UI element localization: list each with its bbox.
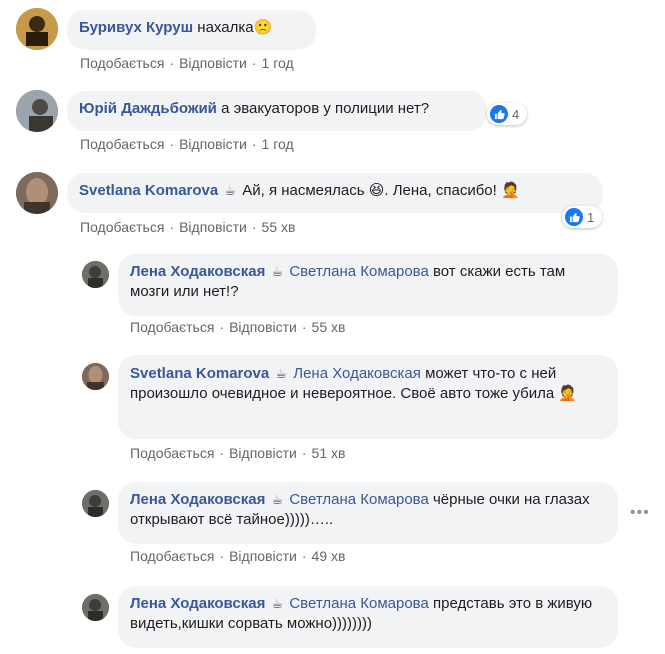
reply-actions: Подобається · Відповісти · 49 хв bbox=[130, 548, 346, 564]
avatar[interactable] bbox=[82, 594, 109, 621]
reply-author[interactable]: Лена Ходаковская bbox=[130, 595, 265, 612]
mention-link[interactable]: Светлана Комарова bbox=[289, 491, 428, 508]
more-options-icon[interactable]: ••• bbox=[630, 504, 650, 522]
reply-link[interactable]: Відповісти bbox=[229, 319, 297, 335]
facepalm-emoji-icon: 🤦 bbox=[558, 385, 578, 402]
reply-link[interactable]: Відповісти bbox=[179, 219, 247, 235]
comment-bubble: Svetlana Komarova ☕ Ай, я насмеялась 😆. … bbox=[67, 173, 603, 213]
coffee-cup-icon: ☕ bbox=[224, 183, 237, 198]
reply-bubble: Лена Ходаковская ☕ Светлана Комарова пре… bbox=[118, 586, 618, 648]
reply-link[interactable]: Відповісти bbox=[229, 548, 297, 564]
like-link[interactable]: Подобається bbox=[80, 55, 164, 71]
reaction-count: 4 bbox=[512, 106, 520, 122]
comment-actions: Подобається · Відповісти · 1 год bbox=[80, 55, 294, 71]
like-link[interactable]: Подобається bbox=[80, 136, 164, 152]
coffee-cup-icon: ☕ bbox=[271, 596, 284, 611]
comment-bubble: Юрій Даждьбожий а эвакуаторов у полиции … bbox=[67, 91, 487, 131]
reaction-count-badge[interactable]: 1 bbox=[562, 206, 602, 228]
comment-author[interactable]: Юрій Даждьбожий bbox=[79, 100, 217, 117]
timestamp[interactable]: 51 хв bbox=[312, 445, 346, 461]
avatar[interactable] bbox=[16, 172, 58, 214]
reply-actions: Подобається · Відповісти · 55 хв bbox=[130, 319, 346, 335]
like-link[interactable]: Подобається bbox=[80, 219, 164, 235]
mention-link[interactable]: Лена Ходаковская bbox=[293, 365, 421, 382]
thumbs-up-icon bbox=[565, 208, 583, 226]
comment-author[interactable]: Svetlana Komarova bbox=[79, 182, 218, 199]
like-link[interactable]: Подобається bbox=[130, 548, 214, 564]
timestamp[interactable]: 55 хв bbox=[312, 319, 346, 335]
avatar[interactable] bbox=[16, 90, 58, 132]
timestamp[interactable]: 49 хв bbox=[312, 548, 346, 564]
timestamp[interactable]: 1 год bbox=[262, 55, 294, 71]
comment-actions: Подобається · Відповісти · 1 год bbox=[80, 136, 294, 152]
comment-author[interactable]: Буривух Куруш bbox=[79, 19, 193, 36]
coffee-cup-icon: ☕ bbox=[271, 264, 284, 279]
reply-bubble: Лена Ходаковская ☕ Светлана Комарова чёр… bbox=[118, 482, 618, 544]
avatar[interactable] bbox=[16, 8, 58, 50]
like-link[interactable]: Подобається bbox=[130, 445, 214, 461]
reply-link[interactable]: Відповісти bbox=[229, 445, 297, 461]
reply-actions: Подобається · Відповісти · 51 хв bbox=[130, 445, 346, 461]
reply-author[interactable]: Svetlana Komarova bbox=[130, 365, 269, 382]
reply-link[interactable]: Відповісти bbox=[179, 55, 247, 71]
comment-text: нахалка bbox=[197, 19, 254, 36]
comment-actions: Подобається · Відповісти · 55 хв bbox=[80, 219, 296, 235]
avatar[interactable] bbox=[82, 490, 109, 517]
reaction-count: 1 bbox=[587, 209, 595, 225]
reply-bubble: Лена Ходаковская ☕ Светлана Комарова вот… bbox=[118, 254, 618, 316]
frowning-face-emoji-icon: 🙁 bbox=[253, 19, 273, 36]
timestamp[interactable]: 1 год bbox=[262, 136, 294, 152]
reaction-count-badge[interactable]: 4 bbox=[487, 103, 527, 125]
comment-text-continued: . Лена, спасибо! bbox=[384, 182, 497, 199]
reply-author[interactable]: Лена Ходаковская bbox=[130, 263, 265, 280]
mention-link[interactable]: Светлана Комарова bbox=[289, 595, 428, 612]
mention-link[interactable]: Светлана Комарова bbox=[289, 263, 428, 280]
reply-bubble: Svetlana Komarova ☕ Лена Ходаковская мож… bbox=[118, 355, 618, 439]
laughing-face-emoji-icon: 😆 bbox=[368, 182, 385, 199]
timestamp[interactable]: 55 хв bbox=[262, 219, 296, 235]
comment-text: Ай, я насмеялась bbox=[242, 182, 365, 199]
reply-link[interactable]: Відповісти bbox=[179, 136, 247, 152]
reply-author[interactable]: Лена Ходаковская bbox=[130, 491, 265, 508]
coffee-cup-icon: ☕ bbox=[271, 492, 284, 507]
comment-bubble: Буривух Куруш нахалка🙁 bbox=[67, 10, 316, 50]
thumbs-up-icon bbox=[490, 105, 508, 123]
like-link[interactable]: Подобається bbox=[130, 319, 214, 335]
coffee-cup-icon: ☕ bbox=[275, 366, 288, 381]
avatar[interactable] bbox=[82, 363, 109, 390]
avatar[interactable] bbox=[82, 261, 109, 288]
facepalm-emoji-icon: 🤦 bbox=[500, 182, 520, 199]
comment-text: а эвакуаторов у полиции нет? bbox=[221, 100, 430, 117]
